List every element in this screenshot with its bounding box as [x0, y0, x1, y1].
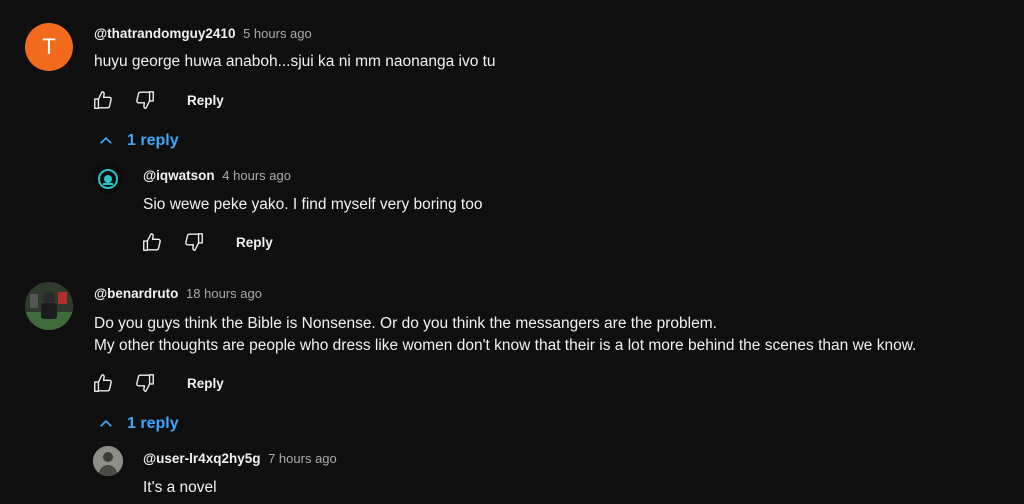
reply-header: @user-lr4xq2hy5g 7 hours ago — [143, 451, 337, 466]
reply-avatar[interactable] — [93, 164, 123, 194]
dislike-button[interactable] — [131, 86, 159, 114]
reply-time[interactable]: 7 hours ago — [268, 451, 337, 466]
reply-text: It's a novel — [143, 479, 217, 496]
reply-avatar[interactable] — [93, 446, 123, 476]
reply-author[interactable]: @user-lr4xq2hy5g — [143, 451, 260, 466]
replies-toggle[interactable]: 1 reply — [97, 415, 179, 433]
benardruto-photo-icon — [25, 282, 73, 330]
chevron-up-icon — [100, 136, 112, 144]
avatar[interactable] — [25, 282, 73, 330]
comment-actions: Reply — [89, 86, 230, 114]
comment-author[interactable]: @benardruto — [94, 286, 178, 301]
avatar[interactable]: T — [25, 23, 73, 71]
replies-count: 1 reply — [127, 132, 179, 149]
thumbs-up-icon — [94, 91, 112, 109]
comment-text-line-1: Do you guys think the Bible is Nonsense.… — [94, 315, 717, 332]
thumbs-up-icon — [143, 233, 161, 251]
comment-text-line-2: My other thoughts are people who dress l… — [94, 337, 917, 354]
replies-toggle[interactable]: 1 reply — [97, 132, 179, 150]
comment-header: @benardruto 18 hours ago — [94, 286, 262, 301]
reply-button[interactable]: Reply — [181, 89, 230, 112]
thumbs-up-icon — [94, 374, 112, 392]
reply-button[interactable]: Reply — [181, 372, 230, 395]
reply-button[interactable]: Reply — [230, 231, 279, 254]
reply-text: Sio wewe peke yako. I find myself very b… — [143, 196, 483, 213]
like-button[interactable] — [138, 228, 166, 256]
comment-time[interactable]: 18 hours ago — [186, 286, 262, 301]
avatar-letter: T — [42, 34, 56, 59]
chevron-up-icon — [100, 419, 112, 427]
reply-time[interactable]: 4 hours ago — [222, 168, 291, 183]
reply-header: @iqwatson 4 hours ago — [143, 168, 291, 183]
comment-text: huyu george huwa anaboh...sjui ka ni mm … — [94, 53, 496, 70]
user-photo-icon — [93, 446, 123, 476]
dislike-button[interactable] — [180, 228, 208, 256]
like-button[interactable] — [89, 86, 117, 114]
comment-actions: Reply — [89, 369, 230, 397]
replies-count: 1 reply — [127, 415, 179, 432]
comment-time[interactable]: 5 hours ago — [243, 26, 312, 41]
comment-header: @thatrandomguy2410 5 hours ago — [94, 26, 312, 41]
thumbs-down-icon — [136, 374, 154, 392]
dislike-button[interactable] — [131, 369, 159, 397]
reply-actions: Reply — [138, 228, 279, 256]
thumbs-down-icon — [185, 233, 203, 251]
iqwatson-logo-icon — [93, 164, 123, 194]
comment-author[interactable]: @thatrandomguy2410 — [94, 26, 235, 41]
reply-author[interactable]: @iqwatson — [143, 168, 215, 183]
thumbs-down-icon — [136, 91, 154, 109]
like-button[interactable] — [89, 369, 117, 397]
